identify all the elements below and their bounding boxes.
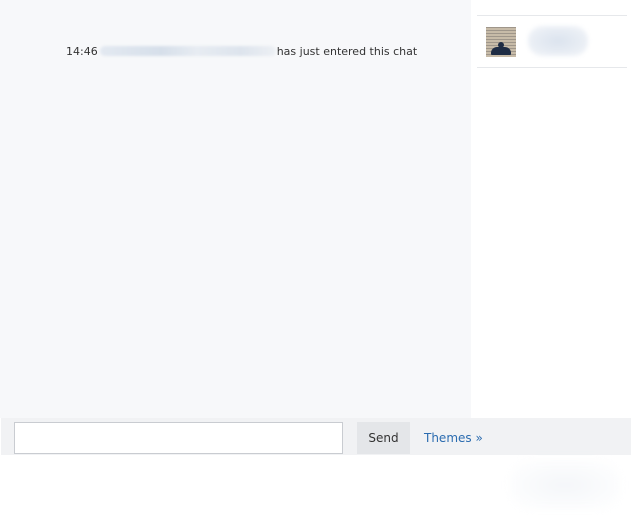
- user-list-panel: [471, 0, 635, 418]
- chat-log: 14:46 has just entered this chat: [0, 0, 471, 418]
- avatar: [486, 27, 516, 57]
- themes-link[interactable]: Themes »: [424, 431, 483, 445]
- message-username-redacted: [99, 46, 276, 56]
- user-name-redacted: [528, 26, 588, 56]
- message-text: has just entered this chat: [276, 44, 418, 58]
- send-button[interactable]: Send: [357, 422, 410, 454]
- composer-bar: Send Themes »: [1, 418, 631, 455]
- system-message: 14:46 has just entered this chat: [66, 44, 417, 58]
- message-input[interactable]: [14, 422, 343, 454]
- user-list-item[interactable]: [477, 16, 627, 68]
- message-time: 14:46: [66, 44, 98, 58]
- blurred-overlay: [510, 460, 620, 510]
